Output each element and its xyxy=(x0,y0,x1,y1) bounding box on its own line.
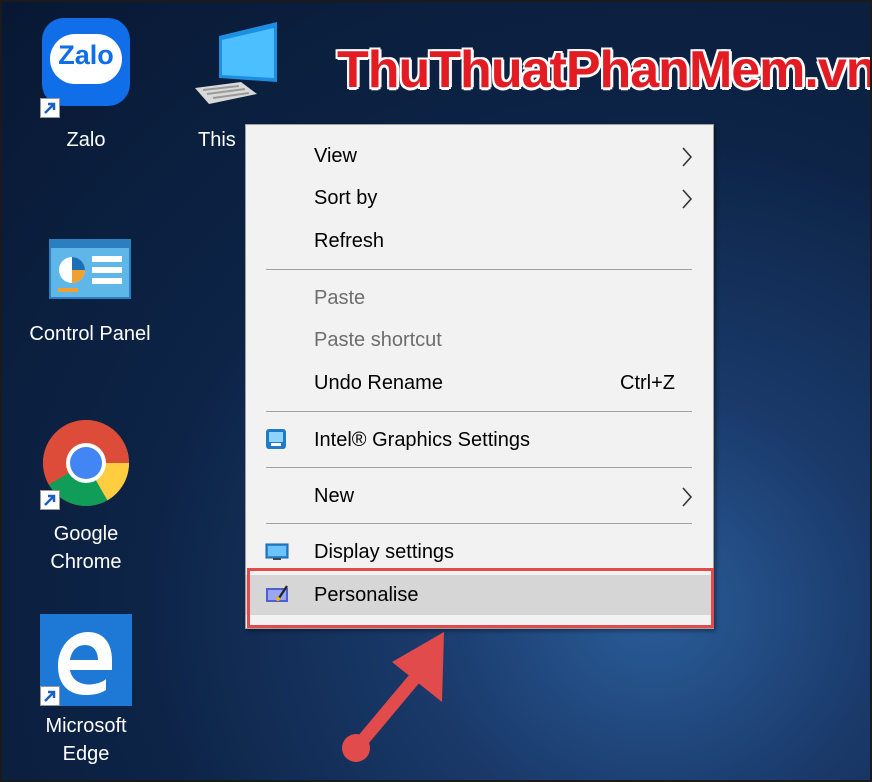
shortcut-arrow-icon xyxy=(40,686,60,706)
pointer-arrow-icon xyxy=(342,632,444,762)
computer-icon xyxy=(195,22,277,104)
desktop-icon-label-line2: Chrome xyxy=(50,551,122,573)
menu-item-intel-graphics-settings[interactable]: Intel® Graphics Settings xyxy=(246,420,713,460)
chevron-right-icon xyxy=(682,147,693,167)
desktop-icon-control-panel[interactable]: Control Panel xyxy=(10,238,170,348)
menu-item-label: Refresh xyxy=(314,230,385,252)
control-panel-icon xyxy=(49,239,131,299)
menu-item-new[interactable]: New xyxy=(246,476,713,516)
menu-item-paste-shortcut[interactable]: Paste shortcut xyxy=(246,320,713,360)
menu-item-paste[interactable]: Paste xyxy=(246,278,713,318)
desktop-icon-label: Control Panel xyxy=(29,323,151,345)
menu-item-label: New xyxy=(314,485,355,507)
desktop-icon-label: Zalo xyxy=(66,129,106,151)
menu-item-label: Sort by xyxy=(314,187,378,209)
menu-item-label: Display settings xyxy=(314,541,455,563)
zalo-icon: Zalo xyxy=(42,18,130,106)
chevron-right-icon xyxy=(682,189,693,209)
shortcut-arrow-icon xyxy=(40,490,60,510)
shortcut-arrow-icon xyxy=(40,98,60,118)
desktop-icon-edge[interactable]: Microsoft Edge xyxy=(26,614,146,768)
menu-item-display-settings[interactable]: Display settings xyxy=(246,532,713,572)
menu-separator xyxy=(266,467,692,468)
desktop-context-menu: View Sort by Refresh Paste Paste shortcu… xyxy=(245,124,714,629)
desktop-icon-label-line2: Edge xyxy=(62,743,110,765)
desktop-icon-zalo[interactable]: Zalo Zalo xyxy=(26,18,146,154)
desktop-icon-chrome[interactable]: Google Chrome xyxy=(26,418,146,576)
menu-separator xyxy=(266,523,692,524)
menu-item-undo-rename[interactable]: Undo Rename Ctrl+Z xyxy=(246,363,713,403)
desktop-icon-label-line1: Microsoft xyxy=(45,715,127,737)
menu-item-label: Paste xyxy=(314,287,366,309)
desktop[interactable]: ThuThuatPhanMem.vn Zalo Zalo This Contro… xyxy=(0,0,872,782)
menu-separator xyxy=(266,411,692,412)
menu-item-sort-by[interactable]: Sort by xyxy=(246,178,713,218)
menu-item-label: View xyxy=(314,145,357,167)
display-icon xyxy=(265,540,289,568)
menu-item-label: Paste shortcut xyxy=(314,329,442,351)
menu-item-label: Intel® Graphics Settings xyxy=(314,429,530,451)
watermark-logo: ThuThuatPhanMem.vn xyxy=(337,41,872,99)
keyboard-shortcut: Ctrl+Z xyxy=(620,372,675,394)
menu-item-view[interactable]: View xyxy=(246,136,713,176)
menu-item-label: Undo Rename xyxy=(314,372,443,394)
menu-item-refresh[interactable]: Refresh xyxy=(246,221,713,261)
intel-graphics-icon xyxy=(265,428,287,456)
desktop-icon-label-line1: Google xyxy=(53,523,119,545)
highlight-box xyxy=(247,568,714,628)
chevron-right-icon xyxy=(682,487,693,507)
menu-separator xyxy=(266,269,692,270)
